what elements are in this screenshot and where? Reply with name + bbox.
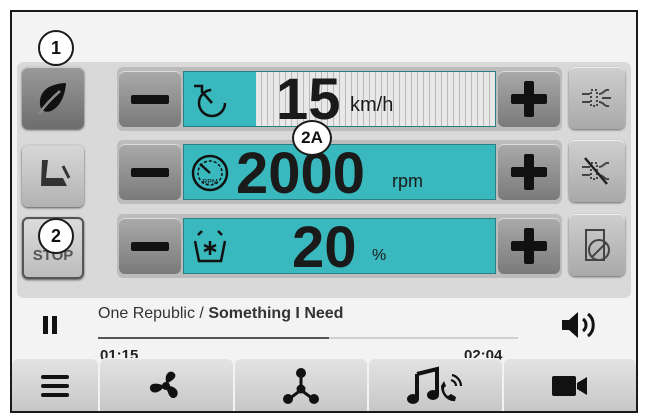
seat-button[interactable] bbox=[22, 145, 84, 207]
leaf-icon bbox=[37, 83, 66, 115]
exhaust-filter-off-button[interactable] bbox=[569, 140, 625, 202]
camera-icon bbox=[551, 375, 587, 396]
regen-disable-icon bbox=[585, 229, 610, 261]
rpm-icon-label: RPM bbox=[202, 179, 218, 186]
pto-value: 20 bbox=[292, 218, 357, 274]
song-separator: / bbox=[199, 305, 204, 322]
screen-frame: O STOP 15 km/h bbox=[10, 10, 638, 413]
callout-1: 1 bbox=[38, 30, 74, 66]
pto-unit: % bbox=[372, 247, 387, 264]
progress-track[interactable] bbox=[98, 337, 518, 339]
eco-mode-button[interactable] bbox=[22, 67, 84, 129]
pto-minus-button[interactable] bbox=[119, 218, 181, 274]
bottom-nav bbox=[12, 358, 636, 411]
menu-icon bbox=[41, 374, 69, 397]
rpm-display: RPM 2000 rpm bbox=[183, 144, 496, 200]
tab-camera[interactable] bbox=[503, 358, 636, 411]
artist-name: One Republic bbox=[98, 305, 195, 322]
speed-value: 15 bbox=[276, 71, 341, 127]
tab-climate[interactable] bbox=[100, 358, 233, 411]
song-title: Something I Need bbox=[208, 305, 344, 322]
pto-display: 20 % bbox=[183, 218, 496, 274]
callout-2a: 2A bbox=[292, 120, 332, 156]
engine-speed-row: RPM 2000 rpm bbox=[117, 140, 562, 204]
seat-icon bbox=[41, 160, 71, 186]
network-icon bbox=[282, 367, 319, 404]
exhaust-filter-button[interactable] bbox=[569, 67, 625, 129]
exhaust-filter-icon bbox=[582, 88, 611, 108]
rpm-unit: rpm bbox=[392, 171, 423, 191]
pto-plus-button[interactable] bbox=[498, 218, 560, 274]
progress-fill bbox=[98, 337, 329, 339]
pto-icon bbox=[193, 230, 227, 263]
tab-menu[interactable] bbox=[12, 358, 98, 411]
pto-row: 20 % bbox=[117, 214, 562, 278]
cruise-speed-icon bbox=[194, 84, 227, 118]
tachometer-icon: RPM bbox=[191, 154, 229, 192]
speed-minus-button[interactable] bbox=[119, 71, 181, 127]
fan-icon bbox=[150, 371, 178, 398]
tab-connectivity[interactable] bbox=[234, 358, 367, 411]
tab-media-phone[interactable] bbox=[369, 358, 502, 411]
volume-icon[interactable] bbox=[560, 309, 602, 341]
speed-unit: km/h bbox=[350, 94, 394, 116]
pause-icon[interactable] bbox=[42, 315, 58, 335]
song-info: One Republic / Something I Need bbox=[98, 305, 343, 323]
regen-disable-button[interactable] bbox=[569, 214, 625, 276]
speed-row: 15 km/h bbox=[117, 67, 562, 131]
rpm-minus-button[interactable] bbox=[119, 144, 181, 200]
media-player: One Republic / Something I Need 01:15 02… bbox=[12, 297, 636, 364]
rpm-plus-button[interactable] bbox=[498, 144, 560, 200]
callout-2: 2 bbox=[38, 218, 74, 254]
music-phone-icon bbox=[407, 365, 463, 404]
speed-display: 15 km/h bbox=[183, 71, 496, 127]
exhaust-filter-off-icon bbox=[582, 157, 610, 185]
control-panel: O STOP 15 km/h bbox=[17, 62, 631, 298]
speed-plus-button[interactable] bbox=[498, 71, 560, 127]
